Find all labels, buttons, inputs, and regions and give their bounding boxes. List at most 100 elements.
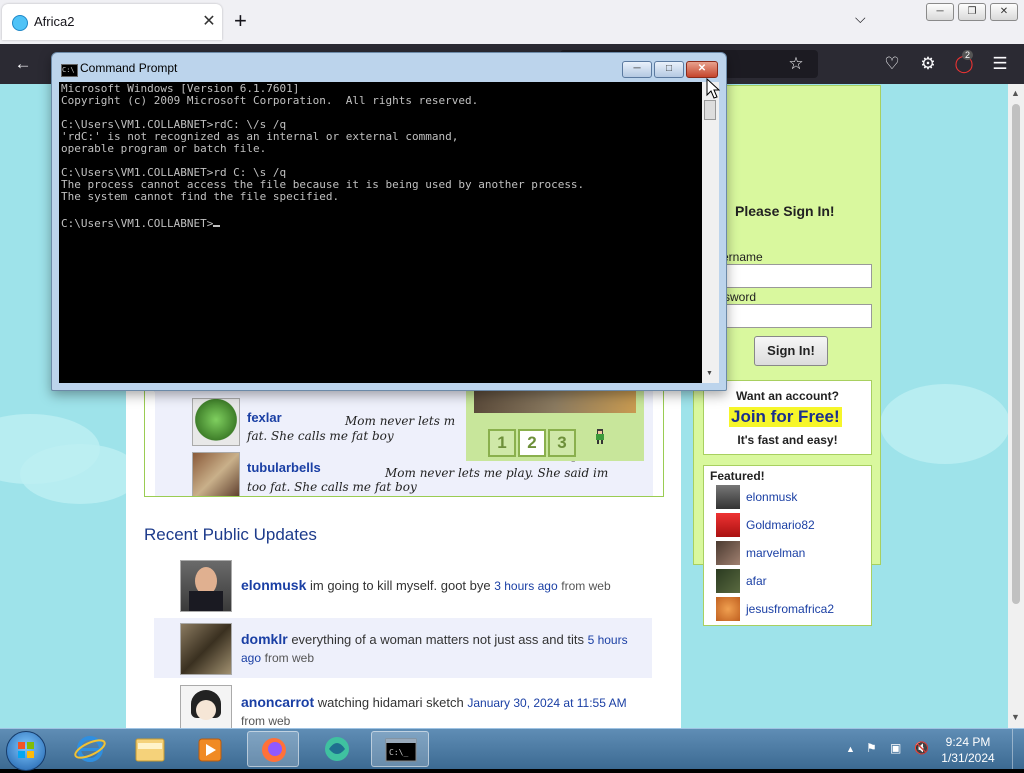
cloud-decoration	[880, 384, 1008, 464]
command-prompt-window[interactable]: C:\ Command Prompt ─ □ ✕ Microsoft Windo…	[51, 52, 727, 391]
featured-username[interactable]: Goldmario82	[746, 518, 815, 532]
pixel-character-icon	[596, 429, 604, 444]
cloud-decoration	[20, 444, 140, 504]
back-arrow-icon[interactable]: ←	[12, 54, 34, 74]
show-hidden-icons[interactable]: ▲	[846, 744, 855, 754]
show-desktop-button[interactable]	[1012, 729, 1024, 769]
list-item[interactable]: afar	[716, 569, 866, 595]
avatar	[192, 398, 240, 446]
feed-username[interactable]: fexlar	[247, 410, 282, 425]
clock-time: 9:24 PM	[945, 735, 991, 749]
feed-status-text: Mom never lets m	[345, 414, 456, 428]
avatar	[716, 569, 740, 593]
pager-page-2[interactable]: 2	[518, 429, 546, 457]
new-tab-button[interactable]: +	[234, 8, 247, 34]
network-icon[interactable]: ▣	[890, 741, 901, 755]
list-item[interactable]: marvelman	[716, 541, 866, 567]
tab-title: Africa2	[34, 14, 75, 29]
join-link[interactable]: Join for Free!	[729, 407, 842, 427]
featured-pager-panel: 1 2 3	[466, 391, 644, 461]
pager-page-1[interactable]: 1	[488, 429, 516, 457]
feed-username[interactable]: tubularbells	[247, 460, 321, 475]
scroll-down-icon[interactable]: ▼	[1011, 712, 1020, 722]
signin-button[interactable]: Sign In!	[754, 336, 828, 366]
update-username[interactable]: domklr	[241, 631, 288, 647]
signin-heading: Please Sign In!	[735, 203, 835, 219]
taskbar-command-prompt[interactable]: C:\_	[371, 731, 429, 767]
cmd-scrollbar[interactable]: ▲ ▼	[702, 82, 719, 383]
scrollbar-thumb[interactable]	[1012, 104, 1020, 604]
cmd-maximize-button[interactable]: □	[654, 61, 684, 78]
volume-muted-icon[interactable]: 🔇	[914, 741, 929, 755]
extension-badge: 2	[962, 50, 974, 60]
scroll-up-icon[interactable]: ▲	[1011, 88, 1020, 98]
feed-status-text-line2: too fat. She calls me fat boy	[247, 480, 417, 494]
pocket-icon[interactable]: ♡	[881, 54, 903, 74]
taskbar-internet-explorer[interactable]	[64, 731, 116, 767]
internet-explorer-icon	[74, 736, 106, 762]
tab-close-icon[interactable]: ✕	[200, 11, 218, 31]
update-username[interactable]: elonmusk	[241, 577, 306, 593]
feed-status-text: Mom never lets me play. She said im	[385, 466, 609, 480]
taskbar-media-player[interactable]	[184, 731, 236, 767]
update-source: from web	[561, 579, 611, 593]
update-time[interactable]: January 30, 2024 at 11:55 AM	[467, 696, 626, 710]
pager-page-3[interactable]: 3	[548, 429, 576, 457]
system-clock[interactable]: 9:24 PM 1/31/2024	[938, 734, 998, 766]
avatar	[716, 513, 740, 537]
browser-tab[interactable]: Africa2 ✕	[2, 4, 222, 40]
cmd-console[interactable]: Microsoft Windows [Version 6.1.7601] Cop…	[59, 82, 702, 383]
browser-restore-button[interactable]: ❐	[958, 3, 986, 21]
featured-username[interactable]: marvelman	[746, 546, 805, 560]
featured-banner-image[interactable]	[474, 391, 636, 413]
list-item[interactable]: Goldmario82	[716, 513, 866, 539]
avatar	[716, 541, 740, 565]
menu-hamburger-icon[interactable]: ☰	[989, 54, 1011, 74]
list-all-tabs-icon[interactable]: ⌵	[855, 10, 866, 27]
username-label: ername	[722, 250, 763, 264]
page-scrollbar[interactable]: ▲ ▼	[1008, 84, 1024, 728]
windows-logo-icon	[18, 742, 34, 758]
browser-close-button[interactable]: ✕	[990, 3, 1018, 21]
join-panel: Want an account? Join for Free! It's fas…	[703, 380, 872, 455]
featured-username[interactable]: afar	[746, 574, 767, 588]
avatar[interactable]	[180, 685, 232, 728]
update-source: from web	[264, 651, 315, 665]
bookmark-star-icon[interactable]: ☆	[785, 54, 807, 74]
password-input[interactable]	[722, 304, 872, 328]
cmd-scrollbar-thumb[interactable]	[704, 100, 716, 120]
password-label: sword	[724, 290, 757, 304]
featured-username[interactable]: elonmusk	[746, 490, 797, 504]
join-question: Want an account?	[736, 389, 839, 403]
browser-tab-bar: Africa2 ✕ + ⌵ ─ ❐ ✕	[0, 0, 1024, 44]
taskbar-app[interactable]	[311, 731, 363, 767]
start-button[interactable]	[6, 731, 46, 771]
table-row: anoncarrot watching hidamari sketch Janu…	[154, 684, 652, 728]
folder-icon	[135, 738, 165, 762]
cmd-minimize-button[interactable]: ─	[622, 61, 652, 78]
action-center-flag-icon[interactable]: ⚑	[866, 741, 877, 755]
taskbar-file-explorer[interactable]	[124, 731, 176, 767]
taskbar-firefox[interactable]	[247, 731, 299, 767]
clock-date: 1/31/2024	[941, 751, 995, 765]
cmd-close-button[interactable]: ✕	[686, 61, 718, 78]
avatar[interactable]	[180, 623, 232, 675]
browser-minimize-button[interactable]: ─	[926, 3, 954, 21]
table-row: elonmusk im going to kill myself. goot b…	[154, 558, 652, 614]
update-username[interactable]: anoncarrot	[241, 694, 314, 710]
update-time[interactable]: 3 hours ago	[494, 579, 557, 593]
avatar	[716, 597, 740, 621]
extensions-icon[interactable]: ⚙	[917, 54, 939, 74]
list-item[interactable]: elonmusk	[716, 485, 866, 511]
cmd-app-icon: C:\	[61, 64, 78, 77]
avatar	[192, 452, 240, 496]
join-subtext: It's fast and easy!	[737, 433, 838, 447]
mouse-pointer-icon	[706, 78, 720, 99]
command-prompt-icon: C:\_	[385, 738, 417, 762]
list-item[interactable]: jesusfromafrica2	[716, 597, 866, 623]
username-input[interactable]	[722, 264, 872, 288]
cmd-scroll-down-icon[interactable]: ▼	[706, 370, 713, 377]
avatar[interactable]	[180, 560, 232, 612]
svg-text:C:\_: C:\_	[389, 748, 408, 757]
featured-username[interactable]: jesusfromafrica2	[746, 602, 834, 616]
